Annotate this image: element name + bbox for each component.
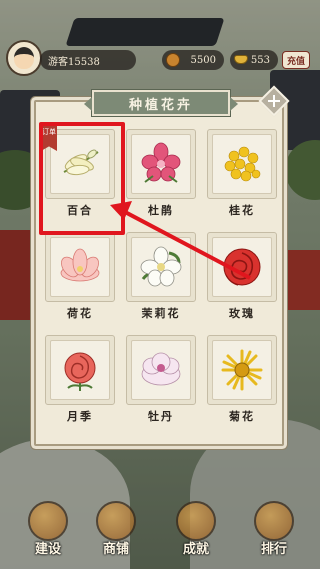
- flower-tile: [126, 232, 196, 302]
- flower-tile: [126, 129, 196, 199]
- flower-tile: [45, 232, 115, 302]
- flower-card-chrysanthemum[interactable]: 菊花: [207, 335, 277, 427]
- nav-achievement-label: 成就: [182, 542, 209, 557]
- flower-label: 桂花: [229, 204, 255, 217]
- player-avatar[interactable]: [6, 40, 42, 76]
- flower-card-rose[interactable]: 玫瑰: [207, 232, 277, 324]
- shop-icon: [96, 501, 136, 541]
- tutorial-highlight-box: [39, 122, 125, 235]
- recharge-button[interactable]: 充值: [282, 51, 310, 69]
- rose-icon: [223, 248, 261, 286]
- flower-label: 荷花: [67, 307, 93, 320]
- flower-label: 月季: [67, 410, 93, 423]
- player-name: 游客15538: [48, 56, 100, 68]
- achievement-icon: [176, 501, 216, 541]
- osmanthus-icon: [224, 146, 261, 182]
- jasmine-icon: [140, 246, 182, 287]
- nav-ranking-label: 排行: [260, 542, 287, 557]
- flower-tile: [126, 335, 196, 405]
- flower-label: 杜鹃: [148, 204, 174, 217]
- coin-counter: 5500: [162, 50, 224, 70]
- nav-shop[interactable]: 商铺: [88, 501, 144, 557]
- bottom-navigation: 建设 商铺 成就 排行: [0, 501, 320, 561]
- lotus-icon: [60, 248, 100, 282]
- flower-label: 菊花: [229, 410, 255, 423]
- flower-tile: [45, 335, 115, 405]
- flower-label: 玫瑰: [229, 307, 255, 320]
- flower-tile: [207, 335, 277, 405]
- chinese-rose-icon: [64, 352, 96, 391]
- nav-build-label: 建设: [34, 542, 61, 557]
- dialog-title: 种植花卉: [84, 89, 238, 117]
- nav-build[interactable]: 建设: [20, 501, 76, 557]
- flower-card-lotus[interactable]: 荷花: [45, 232, 115, 324]
- chrysanthemum-icon: [221, 349, 263, 391]
- gold-ingot-icon: [234, 55, 248, 64]
- flower-card-osmanthus[interactable]: 桂花: [207, 129, 277, 221]
- flower-card-azalea[interactable]: 杜鹃: [126, 129, 196, 221]
- flower-card-jasmine[interactable]: 茉莉花: [126, 232, 196, 324]
- ingot-amount: 553: [250, 54, 270, 66]
- peony-icon: [141, 352, 181, 386]
- flower-label: 茉莉花: [141, 307, 181, 320]
- coin-amount: 5500: [190, 54, 216, 66]
- player-name-bar: 游客15538: [40, 50, 136, 70]
- flower-label: 牡丹: [148, 410, 174, 423]
- nav-ranking[interactable]: 排行: [246, 501, 302, 557]
- nav-achievement[interactable]: 成就: [168, 501, 224, 557]
- azalea-icon: [141, 142, 181, 183]
- avatar-face-icon: [14, 47, 34, 69]
- ranking-icon: [254, 501, 294, 541]
- flower-tile: [207, 232, 277, 302]
- coin-icon: [166, 53, 180, 67]
- flower-card-chinese-rose[interactable]: 月季: [45, 335, 115, 427]
- build-icon: [28, 501, 68, 541]
- flower-tile: [207, 129, 277, 199]
- ingot-counter: 553: [230, 50, 278, 70]
- flower-card-peony[interactable]: 牡丹: [126, 335, 196, 427]
- nav-shop-label: 商铺: [102, 542, 129, 557]
